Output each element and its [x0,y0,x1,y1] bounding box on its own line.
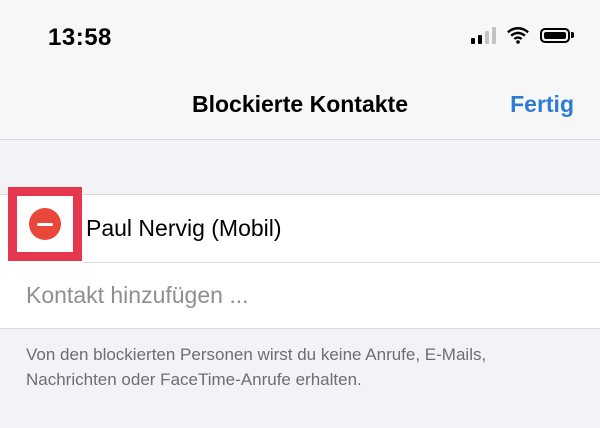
contact-name: Paul Nervig (Mobil) [86,215,282,241]
add-contact-row[interactable]: Kontakt hinzufügen ... [0,262,600,328]
status-bar: 13:58 [0,0,600,72]
add-contact-link[interactable]: Kontakt hinzufügen ... [26,282,249,309]
blocked-contacts-list: Paul Nervig (Mobil) Kontakt hinzufügen .… [0,187,600,329]
footer-note: Von den blockierten Personen wirst du ke… [26,345,487,389]
minus-circle-icon [29,208,61,240]
cellular-signal-icon [471,26,496,44]
navigation-bar: Blockierte Kontakte Fertig [0,72,600,140]
remove-contact-button[interactable] [8,187,82,261]
status-time: 13:58 [48,24,112,51]
battery-icon [540,27,574,43]
done-button[interactable]: Fertig [510,91,574,118]
wifi-icon [506,26,530,44]
list-item: Paul Nervig (Mobil) [0,187,600,262]
status-icons [471,26,574,44]
